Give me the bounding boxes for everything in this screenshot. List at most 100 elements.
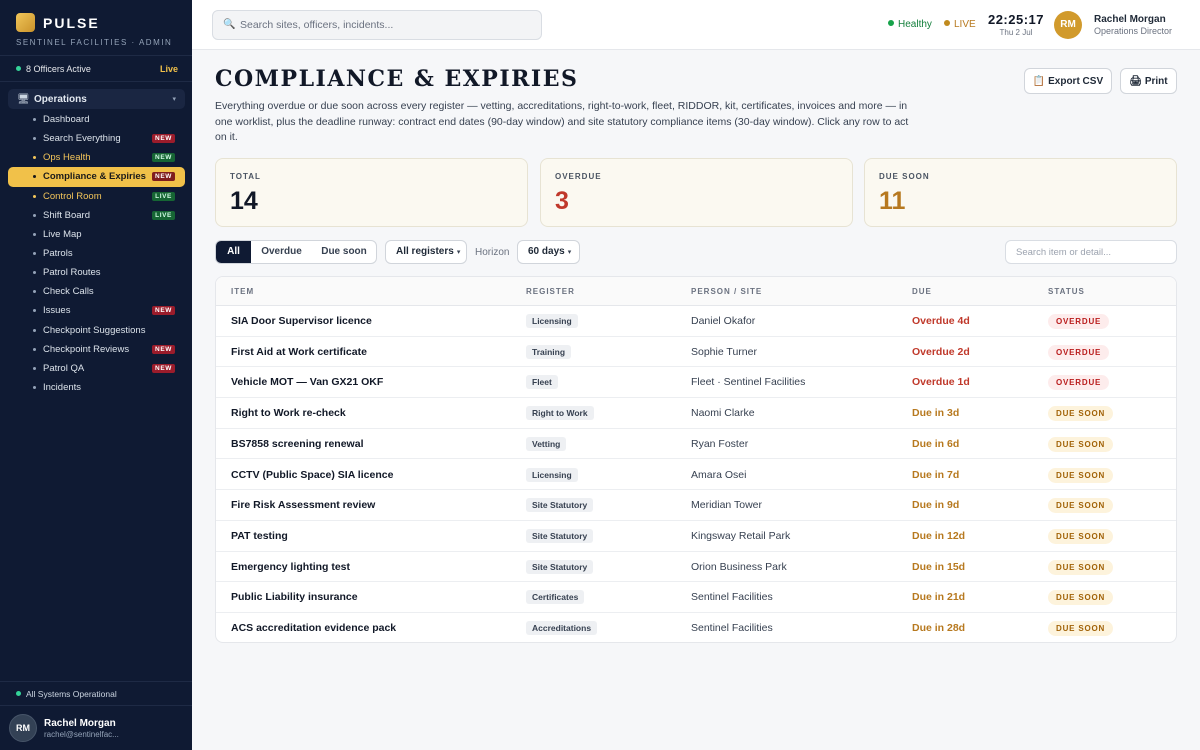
export-csv-button[interactable]: 📋 Export CSV: [1024, 68, 1112, 94]
page-title: COMPLIANCE & EXPIRIES: [215, 66, 579, 92]
table-row[interactable]: First Aid at Work certificate Training Sop…: [216, 337, 1176, 368]
register-tag: Accreditations: [526, 621, 598, 635]
global-search-input[interactable]: [240, 16, 535, 34]
table-row[interactable]: PAT testing Site Statutory Kingsway Retail…: [216, 521, 1176, 552]
sidebar-nav: Dashboard Search Everything NEW Ops Health N…: [8, 110, 185, 397]
sidebar-item[interactable]: Ops Health NEW: [8, 148, 185, 167]
registers-dropdown[interactable]: All registers ▾: [385, 240, 467, 264]
sidebar-item[interactable]: Patrols: [8, 244, 185, 263]
stat-value: 11: [879, 187, 906, 215]
column-header-due[interactable]: DUE: [912, 287, 932, 296]
bullet-icon: [33, 347, 36, 351]
printer-icon: 🖨: [1129, 75, 1143, 87]
bullet-icon: [33, 366, 36, 370]
sidebar-item[interactable]: Checkpoint Suggestions: [8, 321, 185, 340]
export-csv-label: Export CSV: [1048, 75, 1104, 87]
sidebar-item[interactable]: Search Everything NEW: [8, 129, 185, 148]
sidebar-item[interactable]: Control Room LIVE: [8, 187, 185, 206]
sidebar-item[interactable]: Patrol QA NEW: [8, 359, 185, 378]
status-badge: NEW: [152, 153, 175, 163]
table-row[interactable]: Right to Work re-check Right to Work Naomi…: [216, 398, 1176, 429]
status-badge: NEW: [152, 306, 175, 316]
sidebar-item-label: Incidents: [43, 381, 82, 393]
nav-group-label: Operations: [34, 94, 87, 105]
sidebar-item-label: Issues: [43, 305, 71, 317]
table-row[interactable]: Vehicle MOT — Van GX21 OKF Fleet Fleet · S…: [216, 367, 1176, 399]
column-header-person-site[interactable]: PERSON / SITE: [691, 287, 762, 296]
stat-label: OVERDUE: [555, 172, 602, 181]
sidebar-item[interactable]: Patrol Routes: [8, 263, 185, 282]
sidebar-item[interactable]: Shift Board LIVE: [8, 206, 185, 225]
stat-card-due-soon: DUE SOON 11: [864, 158, 1177, 227]
sidebar-item[interactable]: Compliance & Expiries NEW: [8, 167, 185, 187]
status-filter-segment: All Overdue Due soon: [215, 240, 377, 264]
horizon-dropdown-label: 60 days: [528, 246, 565, 257]
filter-all[interactable]: All: [216, 241, 251, 263]
table-row[interactable]: BS7858 screening renewal Vetting Ryan Fost…: [216, 429, 1176, 460]
print-label: Print: [1144, 75, 1168, 87]
avatar[interactable]: RM: [1054, 11, 1082, 39]
stat-card-total: TOTAL 14: [215, 158, 528, 227]
brand-logo-icon: [16, 13, 35, 32]
sidebar-item[interactable]: Check Calls: [8, 282, 185, 301]
stat-value: 14: [230, 187, 258, 215]
sidebar-divider: [0, 681, 192, 682]
status-badge: LIVE: [152, 210, 175, 220]
filter-due-soon[interactable]: Due soon: [312, 241, 376, 263]
table-row[interactable]: Fire Risk Assessment review Site Statutor…: [216, 490, 1176, 521]
sidebar-item[interactable]: Dashboard: [8, 110, 185, 129]
column-header-item[interactable]: ITEM: [231, 287, 254, 296]
row-person-site: Ryan Foster: [691, 437, 749, 450]
monitor-icon: 🖥: [17, 94, 30, 105]
system-status-label: All Systems Operational: [26, 689, 117, 699]
item-search-input[interactable]: [1005, 240, 1177, 264]
column-header-register[interactable]: REGISTER: [526, 287, 575, 296]
sidebar-item-label: Check Calls: [43, 286, 94, 298]
register-tag: Vetting: [526, 436, 567, 451]
register-tag: Site Statutory: [526, 528, 594, 543]
health-label: Healthy: [898, 19, 932, 30]
register-tag: Site Statutory: [526, 498, 594, 513]
sidebar-user[interactable]: RM Rachel Morgan rachel@sentinelfac...: [9, 714, 187, 742]
row-person-site: Meridian Tower: [691, 499, 763, 512]
sidebar-item[interactable]: Checkpoint Reviews NEW: [8, 340, 185, 359]
sidebar-divider: [0, 55, 192, 56]
column-header-status[interactable]: STATUS: [1048, 287, 1085, 296]
table-row[interactable]: SIA Door Supervisor licence Licensing Dani…: [216, 306, 1176, 337]
avatar: RM: [9, 714, 37, 742]
filter-overdue[interactable]: Overdue: [251, 241, 312, 263]
row-item: Public Liability insurance: [231, 591, 358, 604]
sidebar-item[interactable]: Incidents: [8, 378, 185, 397]
table-row[interactable]: ACS accreditation evidence pack Accredita…: [216, 613, 1176, 642]
horizon-label: Horizon: [475, 247, 510, 258]
register-tag: Right to Work: [526, 406, 594, 421]
live-indicator: LIVE: [944, 19, 976, 30]
global-search[interactable]: 🔍: [212, 10, 542, 40]
table-row[interactable]: Public Liability insurance Certificates Se…: [216, 582, 1176, 613]
sidebar-item[interactable]: Live Map: [8, 225, 185, 244]
bullet-icon: [33, 156, 36, 160]
sidebar-item-label: Checkpoint Reviews: [43, 343, 130, 355]
sidebar-item[interactable]: Issues NEW: [8, 301, 185, 320]
row-item: BS7858 screening renewal: [231, 437, 364, 450]
register-tag: Licensing: [526, 314, 578, 328]
horizon-dropdown[interactable]: 60 days ▾: [517, 240, 580, 264]
nav-group-operations[interactable]: 🖥 Operations ▾: [8, 89, 185, 109]
sidebar-item-label: Compliance & Expiries: [43, 171, 146, 183]
caret-down-icon: ▾: [567, 249, 572, 256]
table-row[interactable]: Emergency lighting test Site Statutory Ori…: [216, 552, 1176, 583]
sidebar: PULSE SENTINEL FACILITIES · ADMIN 8 Offi…: [0, 0, 192, 750]
clock-time: 22:25:17: [987, 12, 1045, 27]
table-row[interactable]: CCTV (Public Space) SIA licence Licensing…: [216, 460, 1176, 491]
row-due: Overdue 1d: [912, 376, 970, 389]
bullet-icon: [33, 309, 36, 313]
print-button[interactable]: 🖨 Print: [1120, 68, 1177, 94]
chevron-down-icon[interactable]: ▾: [172, 95, 176, 103]
worklist-table: ITEM REGISTER PERSON / SITE DUE STATUS S…: [215, 276, 1177, 643]
row-person-site: Amara Osei: [691, 468, 747, 481]
row-person-site: Kingsway Retail Park: [691, 529, 791, 542]
status-badge: DUE SOON: [1048, 621, 1114, 636]
brand[interactable]: PULSE SENTINEL FACILITIES · ADMIN: [16, 13, 186, 53]
status-badge: NEW: [152, 172, 175, 182]
row-person-site: Fleet · Sentinel Facilities: [691, 376, 806, 389]
